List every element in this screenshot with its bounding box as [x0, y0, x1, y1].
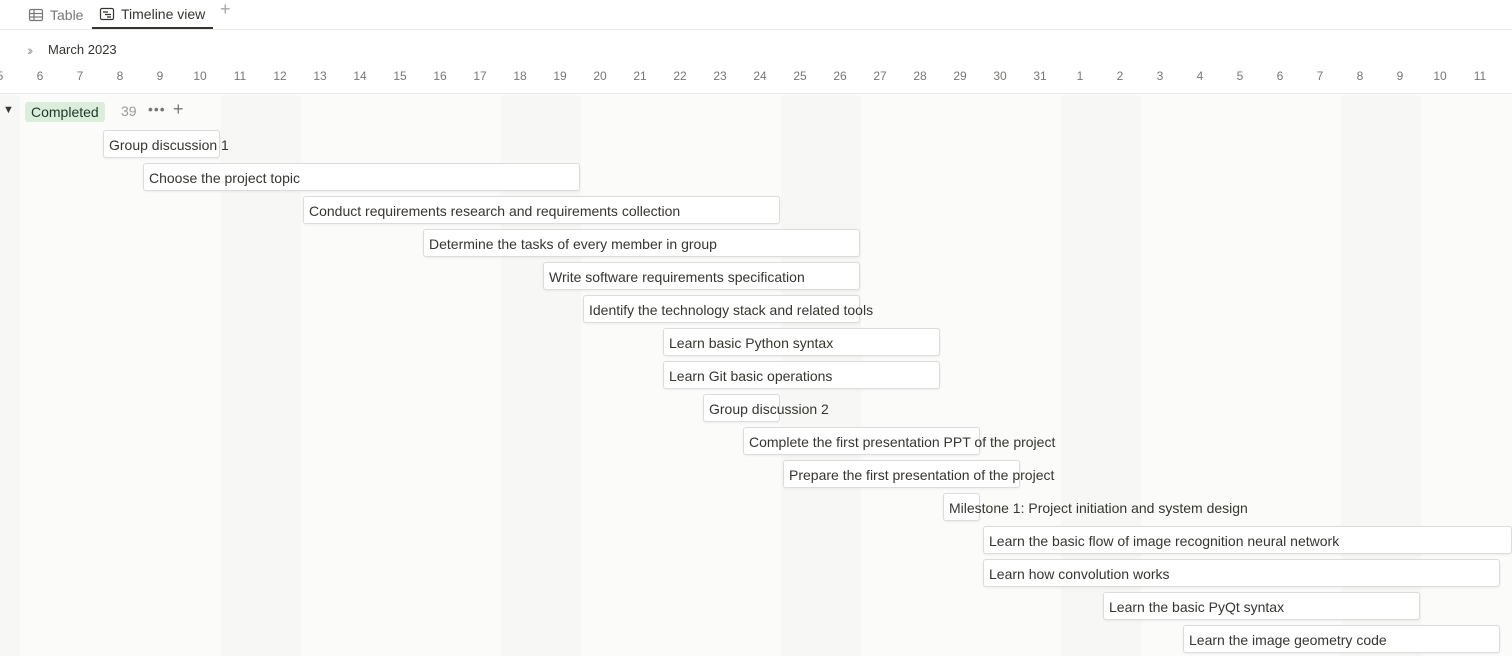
- tab-table[interactable]: Table: [28, 0, 83, 29]
- task-label: Choose the project topic: [149, 170, 300, 186]
- day-label: 19: [553, 69, 567, 83]
- day-label: 6: [1276, 69, 1284, 83]
- day-label: 2: [1116, 69, 1124, 83]
- group-count: 39: [121, 103, 137, 119]
- task-bar[interactable]: Complete the first presentation PPT of t…: [743, 427, 1055, 455]
- day-label: 20: [593, 69, 607, 83]
- day-label: 9: [1396, 69, 1404, 83]
- task-bar[interactable]: Choose the project topic: [143, 163, 580, 191]
- task-label: Learn the image geometry code: [1189, 632, 1387, 648]
- month-title: March 2023: [48, 42, 117, 57]
- day-label: 17: [473, 69, 487, 83]
- day-label: 6: [36, 69, 44, 83]
- task-label: Identify the technology stack and relate…: [589, 302, 874, 318]
- task-label: Write software requirements specificatio…: [549, 269, 805, 285]
- day-label: 10: [193, 69, 207, 83]
- task-label: Complete the first presentation PPT of t…: [749, 434, 1056, 450]
- task-label: Prepare the first presentation of the pr…: [789, 467, 1055, 483]
- task-bar[interactable]: Group discussion 2: [703, 394, 829, 422]
- ellipsis-icon[interactable]: •••: [148, 101, 166, 117]
- day-label: 25: [793, 69, 807, 83]
- task-label: Learn how convolution works: [989, 566, 1170, 582]
- day-label: 18: [513, 69, 527, 83]
- day-label: 13: [313, 69, 327, 83]
- day-label: 28: [913, 69, 927, 83]
- group-header: ▼ Completed 39 ••• +: [0, 99, 400, 124]
- task-label: Learn Git basic operations: [669, 368, 833, 384]
- day-label: 26: [833, 69, 847, 83]
- task-bar[interactable]: Conduct requirements research and requir…: [303, 196, 780, 224]
- task-bar[interactable]: Learn the image geometry code: [1183, 625, 1500, 653]
- day-label: 21: [633, 69, 647, 83]
- day-label: 7: [1316, 69, 1324, 83]
- day-label: 30: [993, 69, 1007, 83]
- tab-label: Table: [50, 6, 84, 23]
- day-label: 12: [273, 69, 287, 83]
- status-badge[interactable]: Completed: [25, 102, 105, 122]
- add-view-plus-icon[interactable]: +: [220, 0, 231, 18]
- task-bar[interactable]: Learn basic Python syntax: [663, 328, 940, 356]
- day-label: 8: [116, 69, 124, 83]
- day-label: 10: [1433, 69, 1447, 83]
- task-label: Conduct requirements research and requir…: [309, 203, 681, 219]
- day-label: 5: [1236, 69, 1244, 83]
- day-label: 29: [953, 69, 967, 83]
- day-label: 11: [233, 69, 247, 83]
- group-gutter: [0, 95, 20, 656]
- task-label: Learn basic Python syntax: [669, 335, 834, 351]
- day-label: 4: [1196, 69, 1204, 83]
- task-bar[interactable]: Determine the tasks of every member in g…: [423, 229, 860, 257]
- day-label: 3: [1156, 69, 1164, 83]
- day-header: 5678910111213141516171819202122232425262…: [0, 66, 1512, 94]
- day-label: 16: [433, 69, 447, 83]
- day-label: 27: [873, 69, 887, 83]
- task-label: Milestone 1: Project initiation and syst…: [949, 500, 1248, 516]
- task-label: Determine the tasks of every member in g…: [429, 236, 717, 252]
- day-label: 5: [0, 69, 20, 83]
- plus-icon[interactable]: +: [173, 99, 184, 120]
- task-bar[interactable]: Learn how convolution works: [983, 559, 1500, 587]
- tab-timeline-view[interactable]: Timeline view: [92, 0, 214, 29]
- day-label: 22: [673, 69, 687, 83]
- double-chevron-right-icon[interactable]: ››: [27, 42, 34, 58]
- task-bar[interactable]: Learn the basic flow of image recognitio…: [983, 526, 1512, 554]
- task-label: Group discussion 2: [709, 401, 829, 417]
- task-label: Learn the basic PyQt syntax: [1109, 599, 1285, 615]
- task-bar[interactable]: Identify the technology stack and relate…: [583, 295, 873, 323]
- day-label: 14: [353, 69, 367, 83]
- day-label: 11: [1473, 69, 1487, 83]
- day-label: 23: [713, 69, 727, 83]
- view-tabs: Table Timeline view +: [0, 0, 1512, 30]
- day-label: 1: [1076, 69, 1084, 83]
- day-label: 15: [393, 69, 407, 83]
- day-label: 31: [1033, 69, 1047, 83]
- task-bar[interactable]: Learn the basic PyQt syntax: [1103, 592, 1420, 620]
- tab-label: Timeline view: [121, 5, 206, 22]
- day-label: 8: [1356, 69, 1364, 83]
- task-bar[interactable]: Prepare the first presentation of the pr…: [783, 460, 1054, 488]
- task-bar[interactable]: Group discussion 1: [103, 130, 229, 158]
- triangle-down-icon[interactable]: ▼: [3, 104, 14, 116]
- task-label: Learn the basic flow of image recognitio…: [989, 533, 1340, 549]
- day-label: 9: [156, 69, 164, 83]
- timeline-header: ›› March 2023: [0, 38, 1512, 62]
- task-label: Group discussion 1: [109, 137, 229, 153]
- day-label: 7: [76, 69, 84, 83]
- table-icon: [28, 7, 44, 23]
- timeline-icon: [99, 6, 115, 22]
- day-label: 24: [753, 69, 767, 83]
- task-bar[interactable]: Learn Git basic operations: [663, 361, 940, 389]
- task-bar[interactable]: Write software requirements specificatio…: [543, 262, 860, 290]
- task-bar[interactable]: Milestone 1: Project initiation and syst…: [943, 493, 1248, 521]
